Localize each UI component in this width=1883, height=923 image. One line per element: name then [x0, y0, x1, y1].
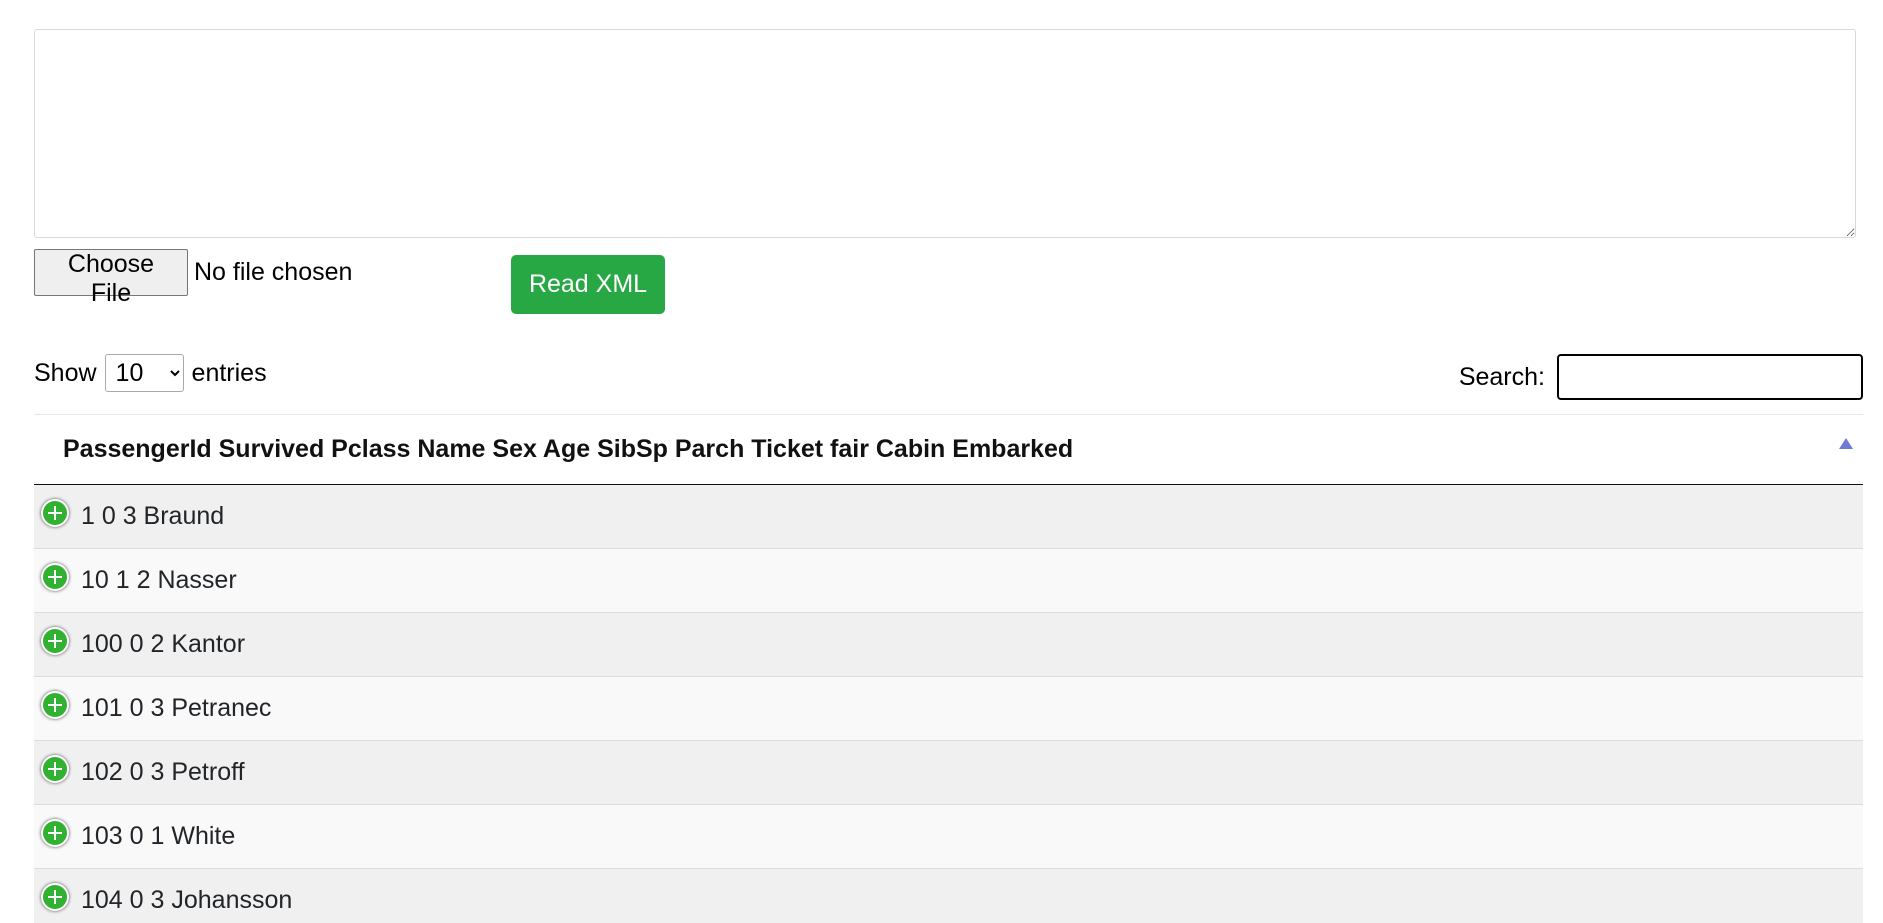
row-text: 104 0 3 Johansson	[81, 886, 293, 914]
row-text: 1 0 3 Braund	[81, 502, 225, 530]
table-header[interactable]: PassengerId Survived Pclass Name Sex Age…	[34, 414, 1863, 485]
row-text: 101 0 3 Petranec	[81, 694, 272, 722]
page: Choose File No file chosen Read XML Show…	[0, 0, 1883, 923]
table-row: 104 0 3 Johansson	[34, 869, 1863, 923]
search-input[interactable]	[1557, 354, 1863, 400]
row-text: 103 0 1 White	[81, 822, 236, 850]
entries-label: entries	[191, 358, 267, 387]
passenger-table: PassengerId Survived Pclass Name Sex Age…	[34, 414, 1863, 923]
plus-circle-icon[interactable]	[41, 818, 69, 847]
table-row: 103 0 1 White	[34, 805, 1863, 869]
search-label: Search:	[1458, 362, 1545, 391]
row-text: 10 1 2 Nasser	[81, 566, 237, 594]
table-row: 100 0 2 Kantor	[34, 613, 1863, 677]
row-text: 100 0 2 Kantor	[81, 630, 246, 658]
row-text: 102 0 3 Petroff	[81, 758, 245, 786]
sort-ascending-icon[interactable]	[1839, 438, 1853, 449]
xml-textarea[interactable]	[34, 29, 1856, 238]
file-status-text: No file chosen	[194, 258, 353, 286]
read-xml-button[interactable]: Read XML	[511, 255, 665, 314]
table-row: 1 0 3 Braund	[34, 485, 1863, 549]
file-picker: Choose File No file chosen	[34, 249, 353, 307]
plus-circle-icon[interactable]	[41, 754, 69, 783]
table-header-label: PassengerId Survived Pclass Name Sex Age…	[63, 435, 1074, 463]
table-row: 101 0 3 Petranec	[34, 677, 1863, 741]
show-label: Show	[34, 358, 97, 387]
plus-circle-icon[interactable]	[41, 626, 69, 655]
plus-circle-icon[interactable]	[41, 690, 69, 719]
entries-select[interactable]: 10	[104, 354, 184, 392]
table-row: 102 0 3 Petroff	[34, 741, 1863, 805]
length-control: Show 10 entries	[34, 354, 267, 392]
choose-file-button[interactable]: Choose File	[34, 249, 188, 307]
table-row: 10 1 2 Nasser	[34, 549, 1863, 613]
plus-circle-icon[interactable]	[41, 882, 69, 911]
plus-circle-icon[interactable]	[41, 498, 69, 527]
search-control: Search:	[1459, 354, 1863, 400]
plus-circle-icon[interactable]	[41, 562, 69, 591]
